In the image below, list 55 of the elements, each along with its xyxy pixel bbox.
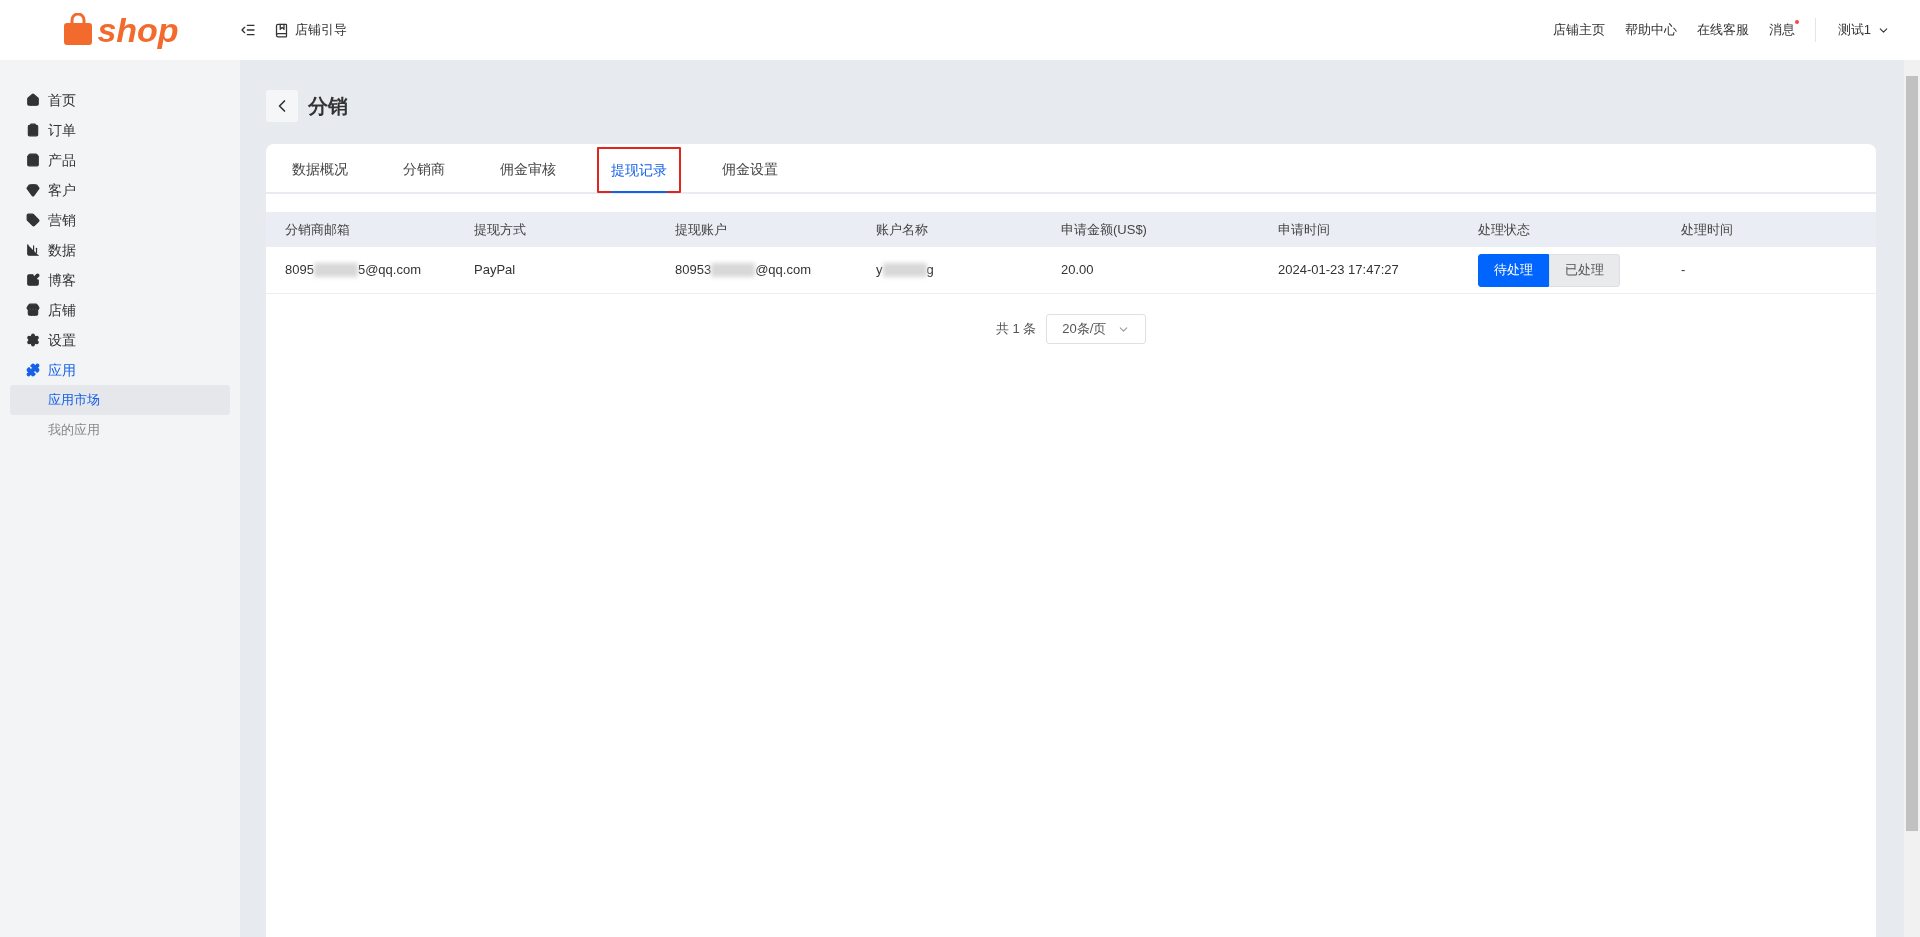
- sidebar-item[interactable]: 客户: [10, 175, 230, 205]
- store-guide-link[interactable]: 店铺引导: [295, 20, 347, 40]
- header-link[interactable]: 帮助中心: [1624, 20, 1677, 40]
- scrollbar[interactable]: [1904, 60, 1920, 937]
- status-toggle-button[interactable]: 已处理: [1549, 253, 1620, 287]
- edit-icon: [26, 273, 40, 287]
- sidebar-item[interactable]: 应用: [10, 355, 230, 385]
- tab[interactable]: 佣金设置: [706, 144, 794, 194]
- table-cell-text: 80953 @qq.com: [675, 261, 811, 280]
- page-title: 分销: [308, 94, 348, 119]
- sidebar-subitem[interactable]: 应用市场: [10, 385, 230, 415]
- tab[interactable]: 提现记录: [595, 145, 683, 195]
- table-cell: PayPal: [474, 262, 516, 278]
- page-size-select[interactable]: 20条/页: [1046, 314, 1147, 344]
- column-header: 账户名称: [876, 220, 929, 239]
- book-icon: [274, 22, 289, 38]
- column-header: 处理状态: [1478, 220, 1531, 239]
- clipboard-icon: [26, 123, 40, 137]
- table-cell-text: 8095 5@qq.com: [285, 261, 421, 280]
- sidebar-item[interactable]: 博客: [10, 265, 230, 295]
- table-cell: 20.00: [1061, 262, 1094, 278]
- gem-icon: [26, 183, 40, 197]
- column-header: 申请金额(US$): [1061, 220, 1148, 239]
- logo-text: shop: [97, 13, 179, 47]
- sidebar-item[interactable]: 营销: [10, 205, 230, 235]
- sidebar-item[interactable]: 订单: [10, 115, 230, 145]
- tab[interactable]: 佣金审核: [484, 144, 572, 194]
- header-link[interactable]: 在线客服: [1696, 20, 1749, 40]
- settings-icon: [26, 333, 40, 347]
- sidebar-item[interactable]: 首页: [10, 85, 230, 115]
- column-header: 申请时间: [1278, 220, 1331, 239]
- user-menu[interactable]: 测试1: [1837, 20, 1890, 40]
- column-header: 处理时间: [1681, 220, 1734, 239]
- sidebar-item[interactable]: 数据: [10, 235, 230, 265]
- puzzle-icon: [26, 363, 40, 377]
- sidebar-item[interactable]: 设置: [10, 325, 230, 355]
- table-cell: 2024-01-23 17:47:27: [1278, 262, 1399, 278]
- column-header: 提现方式: [474, 220, 527, 239]
- tag-icon: [26, 213, 40, 227]
- sidebar-item[interactable]: 产品: [10, 145, 230, 175]
- column-header: 提现账户: [675, 220, 728, 239]
- status-toggle-button[interactable]: 待处理: [1478, 253, 1549, 287]
- header-link[interactable]: 店铺主页: [1552, 20, 1605, 40]
- table-cell: -: [1681, 262, 1686, 278]
- messages-link[interactable]: 消息: [1768, 20, 1795, 40]
- table-cell-text: y g: [876, 261, 934, 280]
- back-button[interactable]: [266, 90, 298, 122]
- tab[interactable]: 分销商: [387, 144, 461, 194]
- sidebar-item[interactable]: 店铺: [10, 295, 230, 325]
- tab[interactable]: 数据概况: [276, 144, 364, 194]
- column-header: 分销商邮箱: [285, 220, 351, 239]
- total-count: 共 1 条: [995, 320, 1037, 339]
- home-icon: [26, 93, 40, 107]
- menu-icon[interactable]: [240, 22, 256, 38]
- store-icon: [26, 303, 40, 317]
